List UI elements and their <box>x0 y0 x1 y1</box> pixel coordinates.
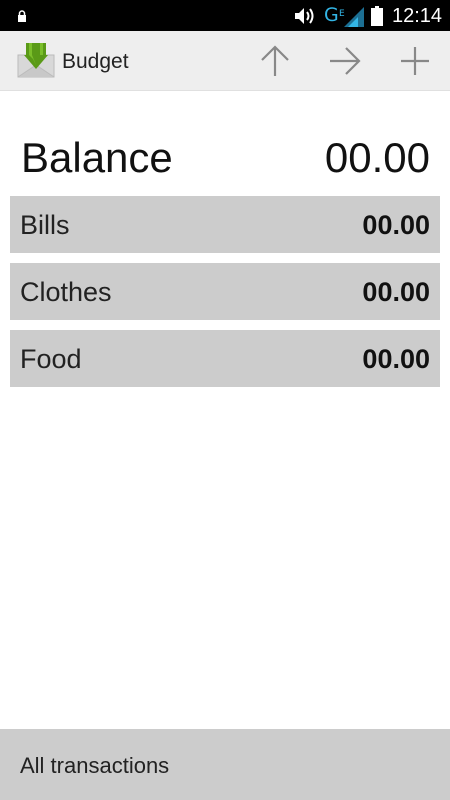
arrow-right-icon <box>330 47 361 75</box>
action-bar: Budget <box>0 31 450 91</box>
signal-icon: E <box>339 7 364 27</box>
arrow-up-button[interactable] <box>257 43 293 79</box>
arrow-up-icon <box>261 45 289 76</box>
category-name: Food <box>20 344 82 374</box>
category-row-food[interactable]: Food 00.00 <box>10 330 440 387</box>
all-transactions-label: All transactions <box>20 753 170 778</box>
budget-envelope-icon <box>17 43 55 78</box>
balance-value: 00.00 <box>324 134 430 181</box>
all-transactions-button[interactable]: All transactions <box>0 729 450 800</box>
plus-icon <box>401 47 429 75</box>
arrow-right-button[interactable] <box>327 43 363 79</box>
balance-label: Balance <box>21 134 173 181</box>
svg-text:E: E <box>339 9 345 19</box>
battery-icon <box>371 6 383 26</box>
category-name: Clothes <box>20 277 112 307</box>
category-amount: 00.00 <box>362 344 430 374</box>
category-name: Bills <box>20 210 70 240</box>
clock: 12:14 <box>392 5 443 27</box>
category-row-clothes[interactable]: Clothes 00.00 <box>10 263 440 320</box>
balance-row: Balance 00.00 <box>20 130 430 186</box>
category-amount: 00.00 <box>362 277 430 307</box>
category-list: Bills 00.00 Clothes 00.00 Food 00.00 <box>10 196 440 397</box>
status-bar: G E 12:14 <box>0 0 450 31</box>
category-amount: 00.00 <box>362 210 430 240</box>
lock-icon <box>18 10 26 22</box>
app-title: Budget <box>62 50 129 73</box>
category-row-bills[interactable]: Bills 00.00 <box>10 196 440 253</box>
volume-icon <box>295 8 314 24</box>
add-button[interactable] <box>397 43 433 79</box>
